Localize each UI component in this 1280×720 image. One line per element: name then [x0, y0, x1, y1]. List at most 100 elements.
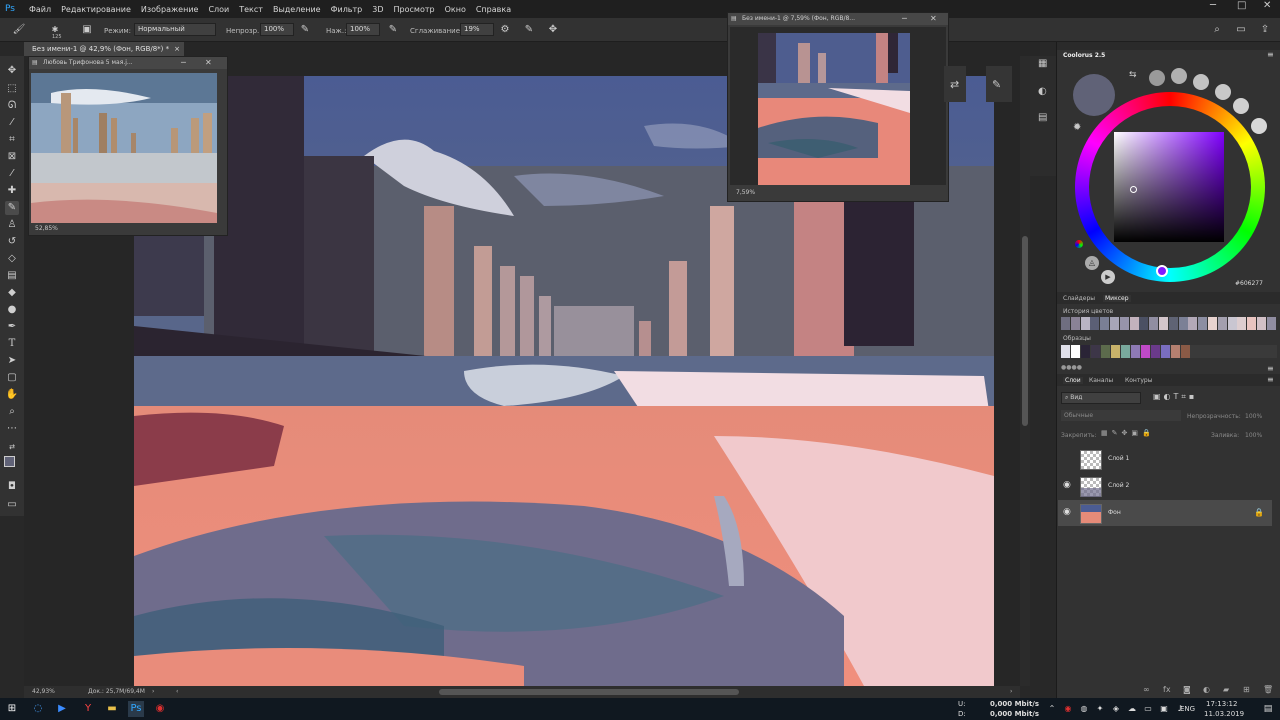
- eraser-tool-icon[interactable]: ◇: [5, 252, 19, 266]
- tray-shield-icon[interactable]: ◈: [1108, 701, 1124, 717]
- language-indicator[interactable]: ENG: [1180, 705, 1195, 713]
- layer-row-3[interactable]: ◉ Фон 🔒: [1058, 500, 1272, 526]
- play-icon[interactable]: ▶: [1101, 270, 1115, 284]
- symmetry-icon[interactable]: ✥: [546, 23, 560, 37]
- visibility-eye-icon[interactable]: ◉: [1063, 480, 1071, 490]
- network-icon[interactable]: ▣: [1156, 701, 1172, 717]
- history-swatch[interactable]: [1100, 317, 1110, 330]
- history-swatch[interactable]: [1129, 317, 1139, 330]
- history-swatch[interactable]: [1168, 317, 1178, 330]
- gradient-tool-icon[interactable]: ▤: [5, 269, 19, 283]
- scroll-left-icon[interactable]: ‹: [176, 686, 178, 698]
- color-swatch[interactable]: [1081, 345, 1090, 358]
- search-icon[interactable]: ⌕: [1210, 23, 1224, 37]
- history-swatch[interactable]: [1208, 317, 1217, 330]
- airbrush-icon[interactable]: ✎: [386, 23, 400, 37]
- menu-item-1[interactable]: Редактирование: [56, 5, 136, 14]
- new-layer-icon[interactable]: ⊞: [1243, 685, 1250, 694]
- recorder-icon[interactable]: ◉: [152, 701, 168, 717]
- lasso-tool-icon[interactable]: ᘏ: [5, 99, 19, 113]
- opacity-input[interactable]: 100%: [260, 23, 294, 36]
- reference-zoom[interactable]: 52,85%: [35, 225, 58, 232]
- layer-opacity-value[interactable]: 100%: [1245, 413, 1262, 420]
- brush-tool-icon[interactable]: 🖌: [12, 23, 26, 37]
- visibility-eye-icon[interactable]: ◉: [1063, 507, 1071, 517]
- color-swatch[interactable]: [1171, 345, 1180, 358]
- healing-brush-tool-icon[interactable]: ✚: [5, 184, 19, 198]
- photoshop-logo-icon[interactable]: Ps: [0, 0, 20, 18]
- smoothing-input[interactable]: 19%: [460, 23, 494, 36]
- swap-icon[interactable]: ⇆: [1129, 70, 1137, 80]
- preset-circle-5[interactable]: [1233, 98, 1249, 114]
- pressure-opacity-icon[interactable]: ✎: [298, 23, 312, 37]
- history-swatch[interactable]: [1227, 317, 1237, 330]
- history-swatch[interactable]: [1070, 317, 1080, 330]
- layer-filter-icons[interactable]: ▣◐T⌗▪: [1153, 392, 1197, 402]
- clone-stamp-tool-icon[interactable]: ♙: [5, 218, 19, 232]
- navigator-close-icon[interactable]: ✕: [930, 13, 937, 25]
- properties-icon[interactable]: ⇄: [950, 78, 959, 91]
- tray-display-icon[interactable]: ▭: [1140, 701, 1156, 717]
- collapsed-panel-1[interactable]: ⇄: [944, 66, 966, 102]
- status-menu-icon[interactable]: ›: [152, 686, 154, 698]
- navigator-window-titlebar[interactable]: Без имени-1 @ 7,59% (Фон, RGB/8...: [728, 13, 948, 25]
- menu-item-6[interactable]: Фильтр: [326, 5, 368, 14]
- file-explorer-icon[interactable]: ▬: [104, 701, 120, 717]
- eyedropper-tool-icon[interactable]: ⁄: [5, 167, 19, 181]
- shape-tool-icon[interactable]: ▢: [5, 371, 19, 385]
- type-tool-icon[interactable]: T: [5, 337, 19, 351]
- windows-start-icon[interactable]: ⊞: [4, 701, 20, 717]
- navigator-minimize-icon[interactable]: ─: [902, 13, 907, 25]
- fill-value[interactable]: 100%: [1245, 432, 1262, 439]
- history-brush-tool-icon[interactable]: ↺: [5, 235, 19, 249]
- history-swatch[interactable]: [1198, 317, 1208, 330]
- new-group-icon[interactable]: ▰: [1223, 685, 1229, 694]
- color-swatch[interactable]: [1181, 345, 1190, 358]
- tab-channels[interactable]: Каналы: [1089, 377, 1113, 384]
- blur-tool-icon[interactable]: ◆: [5, 286, 19, 300]
- quick-mask-icon[interactable]: ◘: [5, 480, 19, 494]
- adjustment-layer-icon[interactable]: ◐: [1203, 685, 1210, 694]
- history-swatch[interactable]: [1266, 317, 1276, 330]
- menu-item-3[interactable]: Слои: [203, 5, 234, 14]
- layer-name[interactable]: Фон: [1108, 509, 1121, 516]
- menu-item-10[interactable]: Справка: [471, 5, 516, 14]
- libraries-icon[interactable]: ▤: [1038, 112, 1047, 123]
- tray-app-icon[interactable]: ✦: [1092, 701, 1108, 717]
- blend-mode-select[interactable]: Обычные: [1061, 410, 1181, 421]
- dodge-tool-icon[interactable]: ●: [5, 303, 19, 317]
- tab-paths[interactable]: Контуры: [1125, 377, 1152, 384]
- navigator-window[interactable]: Без имени-1 @ 7,59% (Фон, RGB/8... ▤ ─ ✕…: [727, 12, 949, 202]
- move-tool-icon[interactable]: ✥: [5, 64, 19, 78]
- preset-circle-1[interactable]: [1149, 70, 1165, 86]
- history-swatch[interactable]: [1090, 317, 1100, 330]
- reference-minimize-icon[interactable]: ─: [181, 57, 186, 69]
- color-swatch[interactable]: [1151, 345, 1160, 358]
- cortana-icon[interactable]: ◌: [30, 701, 46, 717]
- menu-item-4[interactable]: Текст: [234, 5, 268, 14]
- history-swatch[interactable]: [1119, 317, 1129, 330]
- color-swatch[interactable]: [1131, 345, 1140, 358]
- swatch-size-dots[interactable]: ●●●●: [1061, 364, 1082, 371]
- color-swatch[interactable]: [1091, 345, 1100, 358]
- menu-item-9[interactable]: Окно: [440, 5, 471, 14]
- history-swatch[interactable]: [1237, 317, 1247, 330]
- gear-icon[interactable]: ⚙: [498, 23, 512, 37]
- reference-close-icon[interactable]: ✕: [205, 57, 212, 69]
- color-swatch[interactable]: [1071, 345, 1080, 358]
- scroll-right-icon[interactable]: ›: [1010, 686, 1012, 698]
- foreground-color-swatch[interactable]: [4, 456, 15, 467]
- tray-cloud-icon[interactable]: ☁: [1124, 701, 1140, 717]
- menu-item-2[interactable]: Изображение: [136, 5, 204, 14]
- vertical-scroll-thumb[interactable]: [1022, 236, 1028, 426]
- history-swatch[interactable]: [1188, 317, 1198, 330]
- reference-window[interactable]: Любовь Трифонова 5 мая.j... ▤ ─ ✕ 52,85%: [28, 56, 228, 236]
- add-mask-icon[interactable]: ◙: [1183, 685, 1191, 694]
- color-swatch[interactable]: [1111, 345, 1120, 358]
- reference-window-titlebar[interactable]: Любовь Трифонова 5 мая.j...: [29, 57, 227, 69]
- delete-layer-icon[interactable]: 🗑: [1263, 685, 1273, 694]
- brightness-icon[interactable]: ✹: [1073, 122, 1081, 133]
- preset-circle-2[interactable]: [1171, 68, 1187, 84]
- layer-name[interactable]: Слой 2: [1108, 482, 1129, 489]
- current-color-swatch[interactable]: [1073, 74, 1115, 116]
